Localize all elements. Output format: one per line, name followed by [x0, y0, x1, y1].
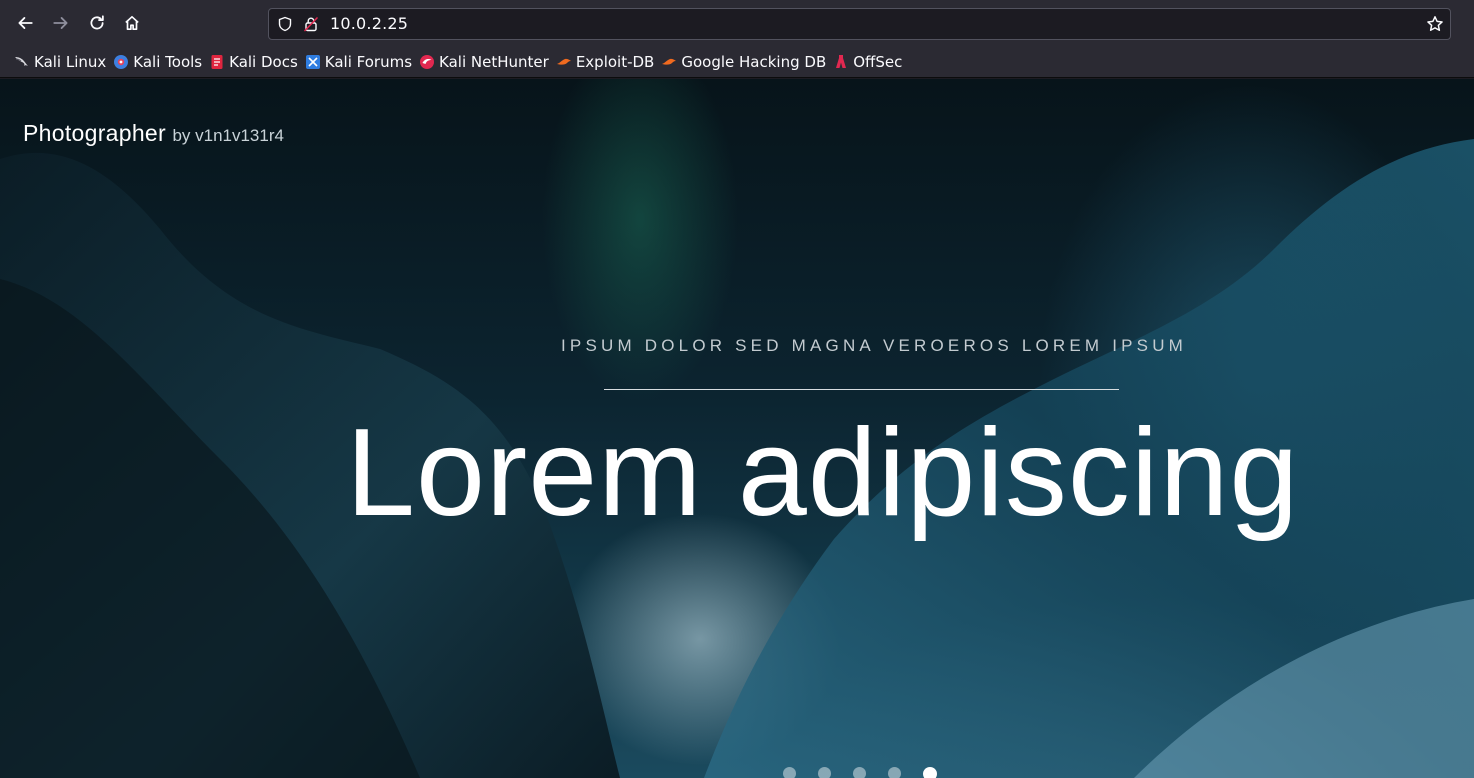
hero-banner: Photographer by v1n1v131r4 IPSUM DOLOR S…	[0, 79, 1474, 778]
bookmark-kali-docs[interactable]: Kali Docs	[207, 49, 303, 75]
url-bar[interactable]: 10.0.2.25	[268, 8, 1451, 40]
slide-dot-5[interactable]	[923, 767, 937, 778]
insecure-lock-icon[interactable]	[303, 16, 319, 32]
bookmark-label: Kali NetHunter	[439, 52, 549, 71]
hero-kicker: IPSUM DOLOR SED MAGNA VEROEROS LOREM IPS…	[561, 336, 1188, 355]
bookmark-label: Kali Forums	[324, 52, 413, 71]
bookmark-kali-tools[interactable]: Kali Tools	[111, 49, 207, 75]
bookmark-offsec[interactable]: OffSec	[831, 49, 907, 75]
arrow-left-icon	[18, 17, 33, 29]
brand-name: Photographer	[23, 120, 166, 146]
hero-divider	[604, 389, 1119, 390]
exploit-db-icon	[556, 58, 571, 65]
bookmark-label: Kali Docs	[229, 52, 298, 71]
home-icon	[125, 15, 139, 31]
shield-icon[interactable]	[277, 16, 293, 32]
bookmark-google-hacking-db[interactable]: Google Hacking DB	[659, 49, 831, 75]
offsec-icon	[836, 54, 847, 68]
slide-dot-3[interactable]	[853, 767, 866, 778]
bookmarks-toolbar: Kali Linux Kali Tools Kali Docs Kali For…	[0, 46, 1474, 78]
back-button[interactable]	[7, 5, 43, 41]
slide-dot-1[interactable]	[783, 767, 796, 778]
kali-tools-icon	[114, 54, 129, 69]
kali-nethunter-icon	[420, 54, 435, 69]
bookmark-label: OffSec	[853, 52, 903, 71]
ghdb-icon	[662, 58, 677, 65]
bookmark-label: Exploit-DB	[575, 52, 655, 71]
bookmark-star-icon[interactable]	[1426, 15, 1444, 33]
bookmark-kali-linux[interactable]: Kali Linux	[12, 49, 111, 75]
kali-forums-icon	[305, 54, 320, 69]
bookmark-label: Kali Linux	[34, 52, 107, 71]
kali-docs-icon	[211, 54, 223, 69]
bookmark-exploit-db[interactable]: Exploit-DB	[554, 49, 660, 75]
reload-icon	[90, 15, 104, 30]
kali-dragon-icon	[15, 56, 28, 66]
bookmark-kali-forums[interactable]: Kali Forums	[303, 49, 417, 75]
bookmark-kali-nethunter[interactable]: Kali NetHunter	[417, 49, 554, 75]
arrow-right-icon	[53, 17, 68, 29]
url-text[interactable]: 10.0.2.25	[330, 14, 408, 33]
browser-toolbar: 10.0.2.25	[0, 0, 1474, 46]
forward-button[interactable]	[43, 5, 79, 41]
bookmark-label: Kali Tools	[133, 52, 203, 71]
site-brand[interactable]: Photographer by v1n1v131r4	[23, 120, 284, 147]
bookmark-label: Google Hacking DB	[681, 52, 827, 71]
reload-button[interactable]	[79, 5, 115, 41]
brand-author: by v1n1v131r4	[172, 126, 284, 145]
slider-pagination	[783, 767, 959, 778]
slide-dot-4[interactable]	[888, 767, 901, 778]
slide-dot-2[interactable]	[818, 767, 831, 778]
home-button[interactable]	[114, 5, 150, 41]
hero-headline: Lorem adipiscing	[346, 404, 1300, 542]
